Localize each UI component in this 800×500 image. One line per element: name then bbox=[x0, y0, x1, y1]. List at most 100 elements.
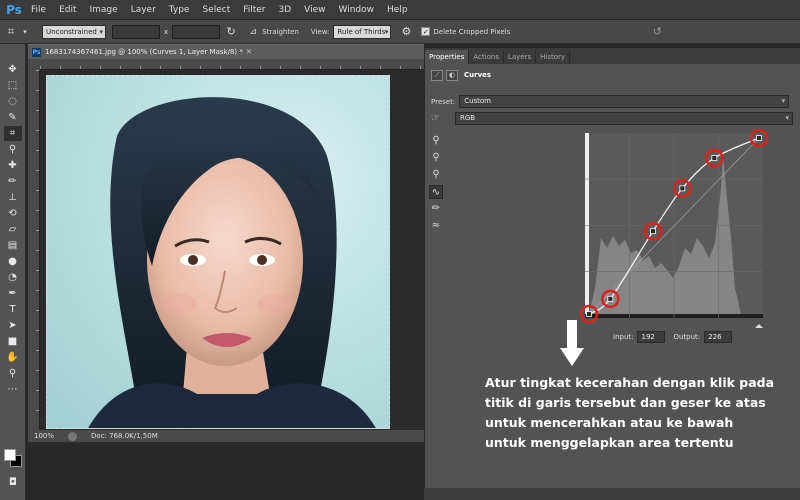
caption-line: titik di garis tersebut dan geser ke ata… bbox=[485, 395, 766, 410]
output-field[interactable]: 226 bbox=[704, 331, 733, 343]
tab-history[interactable]: History bbox=[536, 50, 571, 64]
move-tool-icon[interactable]: ✥ bbox=[4, 62, 22, 77]
clone-stamp-icon[interactable]: ⊥ bbox=[4, 190, 22, 205]
quick-select-tool-icon[interactable]: ✎ bbox=[4, 110, 22, 125]
layer-mask-icon[interactable]: ◐ bbox=[446, 69, 458, 81]
preset-row: Preset: Custom bbox=[431, 95, 790, 108]
curves-graph[interactable] bbox=[575, 128, 775, 328]
reset-icon[interactable]: ↺ bbox=[650, 25, 664, 39]
panel-title: Curves bbox=[464, 71, 492, 79]
curve-control-point[interactable] bbox=[607, 295, 614, 302]
curves-header: ⟋ ◐ Curves bbox=[431, 68, 491, 82]
healing-brush-icon[interactable]: ✚ bbox=[4, 158, 22, 173]
overlay-view-select[interactable]: Rule of Thirds bbox=[333, 24, 392, 39]
white-slider-icon bbox=[755, 324, 763, 328]
pen-tool-icon[interactable]: ✒ bbox=[4, 286, 22, 301]
eyedropper-tool-icon[interactable]: ⚲ bbox=[4, 142, 22, 157]
shape-tool-icon[interactable]: ■ bbox=[4, 334, 22, 349]
clear-icon[interactable]: ↻ bbox=[224, 25, 238, 39]
gear-icon[interactable]: ⚙ bbox=[399, 25, 413, 39]
menu-file[interactable]: File bbox=[31, 5, 46, 15]
curve-control-point[interactable] bbox=[586, 311, 592, 317]
menu-filter[interactable]: Filter bbox=[243, 5, 265, 15]
menu-image[interactable]: Image bbox=[90, 5, 118, 15]
black-point-eyedropper-icon[interactable]: ⚲ bbox=[429, 134, 443, 148]
channel-row: ☞ RGB bbox=[431, 112, 793, 125]
delete-cropped-checkbox[interactable]: ✓ bbox=[421, 27, 431, 36]
preset-select[interactable]: Custom bbox=[459, 95, 790, 108]
close-icon[interactable]: ✕ bbox=[246, 48, 252, 56]
type-tool-icon[interactable]: T bbox=[4, 302, 22, 317]
menu-window[interactable]: Window bbox=[339, 5, 375, 15]
menu-edit[interactable]: Edit bbox=[59, 5, 76, 15]
arrow-down-icon bbox=[560, 320, 584, 366]
gray-point-eyedropper-icon[interactable]: ⚲ bbox=[429, 151, 443, 165]
image-canvas[interactable] bbox=[46, 75, 390, 429]
document-title: 1683174367461.jpg @ 100% (Curves 1, Laye… bbox=[45, 48, 243, 56]
properties-panel: Properties Actions Layers History ⟋ ◐ Cu… bbox=[424, 48, 800, 500]
menu-help[interactable]: Help bbox=[387, 5, 408, 15]
menu-3d[interactable]: 3D bbox=[279, 5, 292, 15]
menu-select[interactable]: Select bbox=[202, 5, 230, 15]
document-tab[interactable]: Ps 1683174367461.jpg @ 100% (Curves 1, L… bbox=[28, 44, 424, 59]
channel-select[interactable]: RGB bbox=[455, 112, 793, 125]
crop-tool-icon[interactable]: ⌗ bbox=[4, 25, 18, 39]
output-label: Output: bbox=[673, 333, 701, 341]
quick-mask-icon[interactable]: ◘ bbox=[4, 475, 22, 490]
smooth-icon[interactable]: ≈ bbox=[429, 219, 443, 233]
history-brush-icon[interactable]: ⟲ bbox=[4, 206, 22, 221]
menu-bar: Ps File Edit Image Layer Type Select Fil… bbox=[0, 0, 800, 20]
ratio-select[interactable]: Unconstrained bbox=[42, 24, 106, 39]
zoom-tool-icon[interactable]: ⚲ bbox=[4, 366, 22, 381]
document-window: Ps 1683174367461.jpg @ 100% (Curves 1, L… bbox=[28, 44, 424, 444]
input-label: Input: bbox=[613, 333, 634, 341]
crop-tool-icon[interactable]: ⌗ bbox=[3, 126, 22, 141]
menu-type[interactable]: Type bbox=[169, 5, 190, 15]
tab-actions[interactable]: Actions bbox=[469, 50, 504, 64]
dodge-tool-icon[interactable]: ◔ bbox=[4, 270, 22, 285]
curve-control-point[interactable] bbox=[679, 185, 686, 192]
target-adjust-icon[interactable]: ☞ bbox=[431, 113, 451, 124]
curve-control-point[interactable] bbox=[650, 228, 656, 235]
more-tools-icon[interactable]: ⋯ bbox=[4, 382, 22, 397]
marquee-tool-icon[interactable]: ⬚ bbox=[4, 78, 22, 93]
ruler-corner bbox=[28, 59, 40, 70]
curve-control-point[interactable] bbox=[711, 155, 718, 161]
ps-document-icon: Ps bbox=[32, 47, 41, 57]
brush-tool-icon[interactable]: ✏ bbox=[4, 174, 22, 189]
caption-line: untuk mencerahkan atau ke bawah bbox=[485, 415, 734, 430]
vertical-ruler bbox=[28, 70, 40, 430]
delete-cropped-label: Delete Cropped Pixels bbox=[433, 27, 511, 36]
blur-tool-icon[interactable]: ● bbox=[4, 254, 22, 269]
panel-tabs: Properties Actions Layers History bbox=[425, 48, 800, 64]
height-input[interactable] bbox=[172, 24, 221, 39]
curve-control-point[interactable] bbox=[756, 135, 762, 141]
portrait-image bbox=[88, 97, 376, 428]
lasso-tool-icon[interactable]: ◌ bbox=[4, 94, 22, 109]
straighten-icon[interactable]: ⊿ bbox=[246, 25, 260, 39]
document-size: Doc: 768.0K/1,50M bbox=[91, 432, 158, 440]
menu-layer[interactable]: Layer bbox=[131, 5, 156, 15]
curve-edit-icon[interactable]: ∿ bbox=[429, 185, 443, 199]
gradient-tool-icon[interactable]: ▤ bbox=[4, 238, 22, 253]
foreground-color-swatch[interactable] bbox=[4, 449, 16, 461]
menu-view[interactable]: View bbox=[304, 5, 325, 15]
zoom-level[interactable]: 100% bbox=[34, 432, 54, 440]
straighten-label[interactable]: Straighten bbox=[262, 28, 299, 36]
photoshop-logo: Ps bbox=[6, 2, 22, 17]
white-point-eyedropper-icon[interactable]: ⚲ bbox=[429, 168, 443, 182]
eraser-tool-icon[interactable]: ▱ bbox=[4, 222, 22, 237]
pencil-icon[interactable]: ✏ bbox=[429, 202, 443, 216]
preset-label: Preset: bbox=[431, 97, 456, 106]
tab-properties[interactable]: Properties bbox=[425, 50, 470, 64]
swap-dimensions-label[interactable]: x bbox=[164, 28, 168, 36]
curves-adjustment-icon: ⟋ bbox=[431, 69, 443, 81]
status-menu-icon[interactable] bbox=[68, 431, 78, 441]
width-input[interactable] bbox=[112, 24, 160, 39]
path-select-icon[interactable]: ➤ bbox=[4, 318, 22, 333]
hand-tool-icon[interactable]: ✋ bbox=[4, 350, 22, 365]
chevron-down-icon[interactable]: ▾ bbox=[18, 25, 32, 39]
caption-line: Atur tingkat kecerahan dengan klik pada bbox=[485, 375, 775, 390]
input-field[interactable]: 192 bbox=[637, 331, 666, 343]
tab-layers[interactable]: Layers bbox=[504, 50, 537, 64]
